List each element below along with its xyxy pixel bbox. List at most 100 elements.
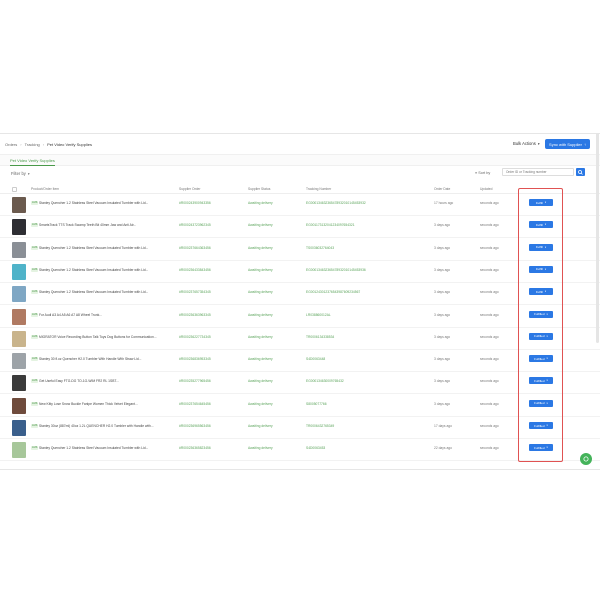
product-title[interactable]: Stanley Quencher 1.2 Stainless Steel Vac…	[39, 201, 148, 205]
product-thumbnail[interactable]	[12, 308, 26, 325]
column-supplier-order: Supplier Order	[179, 187, 201, 191]
product-thumbnail[interactable]	[12, 375, 26, 392]
search-button[interactable]	[576, 168, 585, 176]
table-row[interactable]: AUS Stanley Quencher 1.2 Stainless Steel…	[0, 194, 600, 216]
tracking-number[interactable]: S8005077766	[306, 402, 327, 406]
product-thumbnail[interactable]	[12, 330, 26, 347]
tracking-number[interactable]: TR0006432765349	[306, 424, 334, 428]
supplier-order-id[interactable]: #R000236227734345	[179, 335, 211, 339]
supplier-order-id[interactable]: #R000236836953345	[179, 357, 211, 361]
tracking-number[interactable]: S4D0063448	[306, 357, 325, 361]
supplier-order-id[interactable]: #R000235277965456	[179, 379, 211, 383]
fulfill-button[interactable]: Fulfilled ▾	[529, 355, 553, 363]
supplier-order-id[interactable]: #R000237657354345	[179, 290, 211, 294]
table-row[interactable]: AUS New Kitty Lose Snow Buckle Fanlpe Wo…	[0, 395, 600, 417]
product-thumbnail[interactable]	[12, 353, 26, 370]
tracking-number[interactable]: LR038860012AL	[306, 313, 331, 317]
updated-time: seconds ago	[480, 334, 499, 339]
fulfill-button[interactable]: Fulfill ▾	[529, 221, 553, 229]
product-title[interactable]: Stanley Quencher 1.2 Stainless Steel Vac…	[39, 446, 148, 450]
table-row[interactable]: AUS SmartsTrack TTS Track Swamp Teeth Bi…	[0, 216, 600, 239]
supplier-order-id[interactable]: #R000236965563456	[179, 424, 211, 428]
fulfill-button-label: Fulfill	[535, 245, 543, 250]
fulfill-button[interactable]: Fulfilled ▾	[529, 332, 553, 340]
table-header: Product/Order Item Supplier Order Suppli…	[0, 186, 600, 194]
product-title[interactable]: Stanley 30 fl.oz Quencher H2.0 Tumbler W…	[39, 357, 141, 361]
product-thumbnail[interactable]	[12, 286, 26, 303]
chat-button[interactable]	[580, 453, 592, 465]
supplier-order-id[interactable]: #R000237664363456	[179, 246, 211, 250]
column-tracking-number: Tracking Number	[306, 187, 332, 191]
store-badge: AUS	[31, 267, 39, 272]
product-title[interactable]: SmartsTrack TTS Track Swamp Teeth Bit 40…	[39, 223, 136, 227]
search-input[interactable]	[502, 168, 574, 176]
breadcrumb-orders[interactable]: Orders	[5, 142, 17, 147]
chevron-down-icon: ▾	[537, 141, 540, 146]
table-row[interactable]: AUS Stanley 30 fl.oz Quencher H2.0 Tumbl…	[0, 350, 600, 373]
table-row[interactable]: AUS Stanley Quencher 1.2 Stainless Steel…	[0, 439, 600, 462]
tracking-number[interactable]: EG001173132041234097654321	[306, 223, 355, 227]
product-thumbnail[interactable]	[12, 420, 26, 436]
product-title[interactable]: Stanley 30oz (887ml) 40oz 1.2L QUENCHER …	[39, 424, 154, 428]
tracking-number[interactable]: TS0036032764043	[306, 246, 334, 250]
supplier-order-id[interactable]: #R000243900943356	[179, 201, 211, 205]
tracking-number[interactable]: EG000134630009765432	[306, 379, 344, 383]
supplier-order-id[interactable]: #R000236363963345	[179, 313, 211, 317]
select-all-checkbox[interactable]	[12, 187, 17, 192]
tracking-number[interactable]: EG000134632365478932010145453932	[306, 201, 366, 205]
breadcrumb-tracking[interactable]: Tracking	[25, 142, 40, 147]
product-title[interactable]: Get Useful Easy FTG-DG TO-1G-WIM FR2 RL …	[39, 379, 119, 383]
fulfill-button[interactable]: Fulfill ▾	[529, 199, 553, 206]
fulfill-button[interactable]: Fulfilled ▾	[529, 444, 553, 452]
product-title[interactable]: Stanley Quencher 1.2 Stainless Steel Vac…	[39, 268, 148, 272]
fulfill-button[interactable]: Fulfilled ▾	[529, 399, 553, 407]
product-thumbnail[interactable]	[12, 397, 26, 414]
tab-pet-video-verify-supplies[interactable]: Pet Video Verify Supplies	[10, 158, 55, 166]
fulfill-button-label: Fulfilled	[534, 378, 545, 383]
table-row[interactable]: AUS Stanley Quencher 1.2 Stainless Steel…	[0, 261, 600, 283]
order-date: 3 days ago	[434, 267, 451, 272]
product-thumbnail[interactable]	[12, 219, 26, 236]
product-title[interactable]: Stanley Quencher 1.2 Stainless Steel Vac…	[39, 246, 148, 250]
supplier-order-id[interactable]: #R000237654645456	[179, 402, 211, 406]
fulfill-button[interactable]: Fulfilled ▾	[529, 310, 553, 318]
fulfill-button[interactable]: Fulfilled ▾	[529, 377, 553, 385]
scrollbar[interactable]	[596, 133, 599, 343]
product-thumbnail[interactable]	[12, 263, 26, 280]
product-thumbnail[interactable]	[12, 442, 26, 459]
tracking-number[interactable]: EG001243012376543987609234567	[306, 290, 360, 294]
table-row[interactable]: AUS Stanley Quencher 1.2 Stainless Steel…	[0, 239, 600, 261]
table-row[interactable]: AUS Stanley 30oz (887ml) 40oz 1.2L QUENC…	[0, 417, 600, 439]
fulfill-button-label: Fulfill	[535, 289, 543, 294]
product-title[interactable]: For Audi A3 A4 A5 A6 A7 A8 Wheel Trunk..…	[39, 313, 102, 317]
table-row[interactable]: AUS Get Useful Easy FTG-DG TO-1G-WIM FR2…	[0, 372, 600, 395]
bulk-actions-dropdown[interactable]: Bulk Actions ▾	[513, 141, 540, 146]
filter-by-dropdown[interactable]: Filter by ▾	[11, 171, 30, 176]
fulfill-button-label: Fulfilled	[534, 445, 545, 450]
product-thumbnail[interactable]	[12, 241, 26, 258]
sort-by-button[interactable]: ≡ Sort by	[475, 171, 490, 175]
table-row[interactable]: AUS For Audi A3 A4 A5 A6 A7 A8 Wheel Tru…	[0, 306, 600, 328]
supplier-order-id[interactable]: #R000236365823456	[179, 446, 211, 450]
column-order-date[interactable]: Order Date	[434, 187, 450, 191]
tracking-number[interactable]: TR0006134338534	[306, 335, 334, 339]
fulfill-button[interactable]: Fulfilled ▾	[529, 422, 553, 429]
product-title[interactable]: New Kitty Lose Snow Buckle Fanlpe Women …	[39, 402, 138, 406]
product-title[interactable]: Stanley Quencher 1.2 Stainless Steel Vac…	[39, 290, 148, 294]
supplier-order-id[interactable]: #R000236433843456	[179, 268, 211, 272]
table-row[interactable]: AUS MIGRATOR Voice Recording Button Talk…	[0, 328, 600, 350]
supplier-order-id[interactable]: #R000243723962345	[179, 223, 211, 227]
tracking-number[interactable]: EG000134632365478932010145453936	[306, 268, 366, 272]
product-title[interactable]: MIGRATOR Voice Recording Button Talk Toy…	[39, 335, 157, 339]
bulk-actions-label: Bulk Actions	[513, 141, 536, 146]
tracking-number[interactable]: S4D0063453	[306, 446, 325, 450]
supplier-status: Awaiting delivery	[248, 334, 273, 339]
chevron-down-icon: ▾	[546, 446, 548, 450]
fulfill-button[interactable]: Fulfill ▾	[529, 288, 553, 296]
fulfill-button[interactable]: Fulfill ▾	[529, 243, 553, 251]
breadcrumb-separator: ›	[20, 142, 22, 147]
table-row[interactable]: AUS Stanley Quencher 1.2 Stainless Steel…	[0, 283, 600, 306]
product-thumbnail[interactable]	[12, 197, 26, 213]
fulfill-button[interactable]: Fulfill ▾	[529, 265, 553, 273]
sync-with-supplier-button[interactable]: Sync with Supplier ↑	[545, 139, 590, 149]
